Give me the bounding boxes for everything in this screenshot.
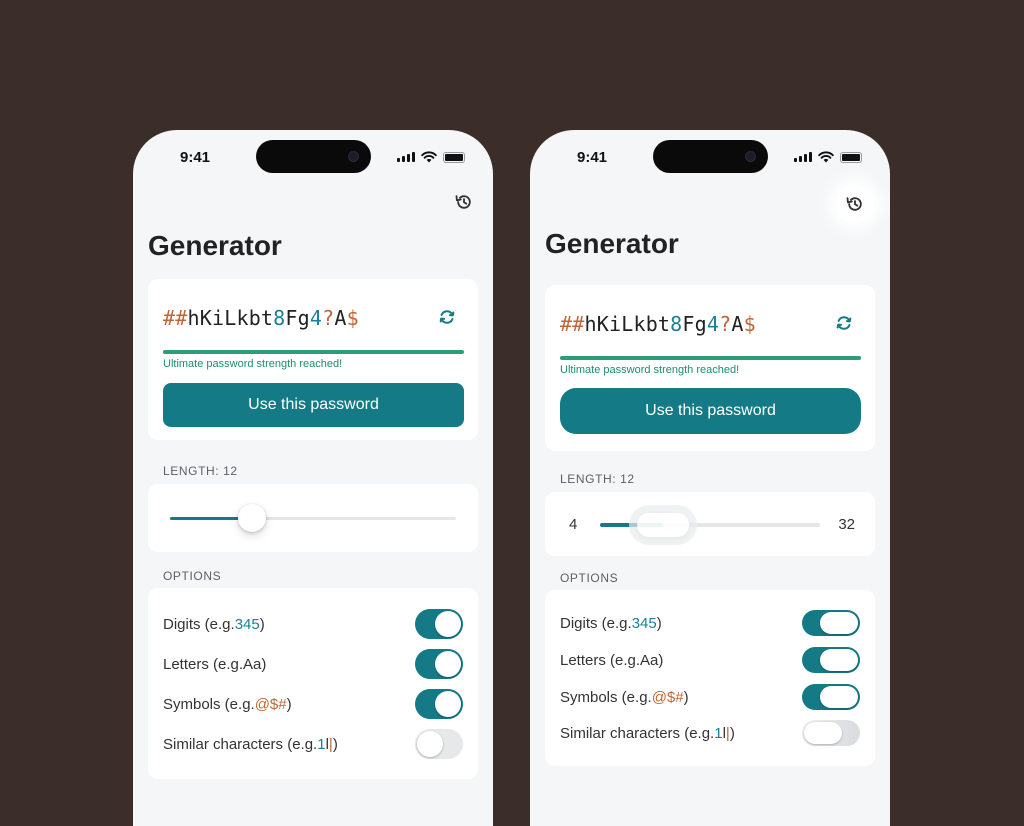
- generated-password[interactable]: ##hKiLkbt8Fg4?A$: [560, 312, 756, 336]
- slider-max-label: 32: [838, 516, 855, 533]
- refresh-icon: [439, 310, 455, 324]
- option-similar-characters[interactable]: Similar characters (e.g.1l|): [163, 728, 463, 760]
- letters-toggle[interactable]: [802, 647, 860, 673]
- phone-screen-left: 9:41 Generator ##hKiLkbt8Fg4?A$ Ultimate…: [133, 130, 493, 826]
- wifi-icon: [421, 151, 437, 163]
- options-label: OPTIONS: [163, 569, 222, 583]
- slider-min-label: 4: [569, 516, 578, 533]
- regenerate-button[interactable]: [436, 306, 458, 328]
- status-bar: 9:41: [133, 130, 493, 184]
- generated-password[interactable]: ##hKiLkbt8Fg4?A$: [163, 306, 359, 330]
- strength-meter: [560, 356, 861, 360]
- similar-characters-toggle[interactable]: [415, 729, 463, 759]
- password-card: ##hKiLkbt8Fg4?A$ Ultimate password stren…: [148, 279, 478, 440]
- length-slider-thumb[interactable]: [237, 504, 266, 532]
- option-letters[interactable]: Letters (e.g.Aa): [560, 644, 860, 676]
- option-digits[interactable]: Digits (e.g.345): [163, 608, 463, 640]
- dynamic-island: [256, 140, 371, 173]
- strength-message: Ultimate password strength reached!: [560, 364, 740, 376]
- digits-toggle[interactable]: [415, 609, 463, 639]
- length-label: LENGTH: 12: [163, 464, 238, 478]
- symbols-toggle[interactable]: [415, 689, 463, 719]
- cellular-signal-icon: [397, 152, 415, 162]
- battery-icon: [443, 151, 465, 163]
- status-icons: [794, 151, 862, 163]
- cellular-signal-icon: [794, 152, 812, 162]
- regenerate-button[interactable]: [833, 312, 855, 334]
- option-similar-label: Similar characters (e.g.1l|): [560, 724, 735, 742]
- phone-screen-right: 9:41 Generator ##hKiLkbt8Fg4?A$ Ultimate…: [530, 130, 890, 826]
- option-digits-label: Digits (e.g.345): [560, 614, 662, 632]
- option-similar-characters[interactable]: Similar characters (e.g.1l|): [560, 717, 860, 749]
- status-time: 9:41: [180, 149, 211, 166]
- strength-meter-fill: [163, 350, 464, 354]
- strength-meter: [163, 350, 464, 354]
- page-title: Generator: [148, 230, 282, 261]
- symbols-toggle[interactable]: [802, 684, 860, 710]
- history-icon: [455, 195, 471, 209]
- history-button[interactable]: [449, 187, 479, 217]
- use-password-button[interactable]: Use this password: [560, 388, 861, 434]
- option-symbols-label: Symbols (e.g.@$#): [560, 688, 689, 706]
- length-slider-thumb[interactable]: [636, 513, 689, 537]
- password-card: ##hKiLkbt8Fg4?A$ Ultimate password stren…: [545, 285, 875, 451]
- digits-toggle[interactable]: [802, 610, 860, 636]
- wifi-icon: [818, 151, 834, 163]
- length-slider-card: 4 32: [545, 492, 875, 556]
- option-letters-label: Letters (e.g.Aa): [560, 651, 664, 669]
- length-label: LENGTH: 12: [560, 472, 635, 486]
- option-symbols-label: Symbols (e.g.@$#): [163, 695, 292, 713]
- option-symbols[interactable]: Symbols (e.g.@$#): [163, 688, 463, 720]
- option-digits[interactable]: Digits (e.g.345): [560, 607, 860, 639]
- length-slider-track[interactable]: [170, 504, 456, 532]
- status-bar: 9:41: [530, 130, 890, 184]
- camera-icon: [348, 151, 359, 162]
- options-label: OPTIONS: [560, 571, 619, 585]
- length-slider-card: [148, 484, 478, 552]
- page-title: Generator: [545, 228, 679, 259]
- status-time: 9:41: [577, 149, 608, 166]
- history-icon: [846, 197, 862, 211]
- battery-icon: [840, 151, 862, 163]
- letters-toggle[interactable]: [415, 649, 463, 679]
- refresh-icon: [836, 316, 852, 330]
- similar-characters-toggle[interactable]: [802, 720, 860, 746]
- option-symbols[interactable]: Symbols (e.g.@$#): [560, 681, 860, 713]
- history-button[interactable]: [836, 185, 874, 223]
- option-similar-label: Similar characters (e.g.1l|): [163, 735, 338, 753]
- options-card: Digits (e.g.345) Letters (e.g.Aa) Symbol…: [545, 590, 875, 766]
- options-card: Digits (e.g.345) Letters (e.g.Aa) Symbol…: [148, 588, 478, 779]
- strength-meter-fill: [560, 356, 861, 360]
- option-digits-label: Digits (e.g.345): [163, 615, 265, 633]
- status-icons: [397, 151, 465, 163]
- dynamic-island: [653, 140, 768, 173]
- camera-icon: [745, 151, 756, 162]
- option-letters-label: Letters (e.g.Aa): [163, 655, 267, 673]
- option-letters[interactable]: Letters (e.g.Aa): [163, 648, 463, 680]
- strength-message: Ultimate password strength reached!: [163, 358, 343, 370]
- length-slider-track[interactable]: [600, 513, 820, 537]
- use-password-button[interactable]: Use this password: [163, 383, 464, 427]
